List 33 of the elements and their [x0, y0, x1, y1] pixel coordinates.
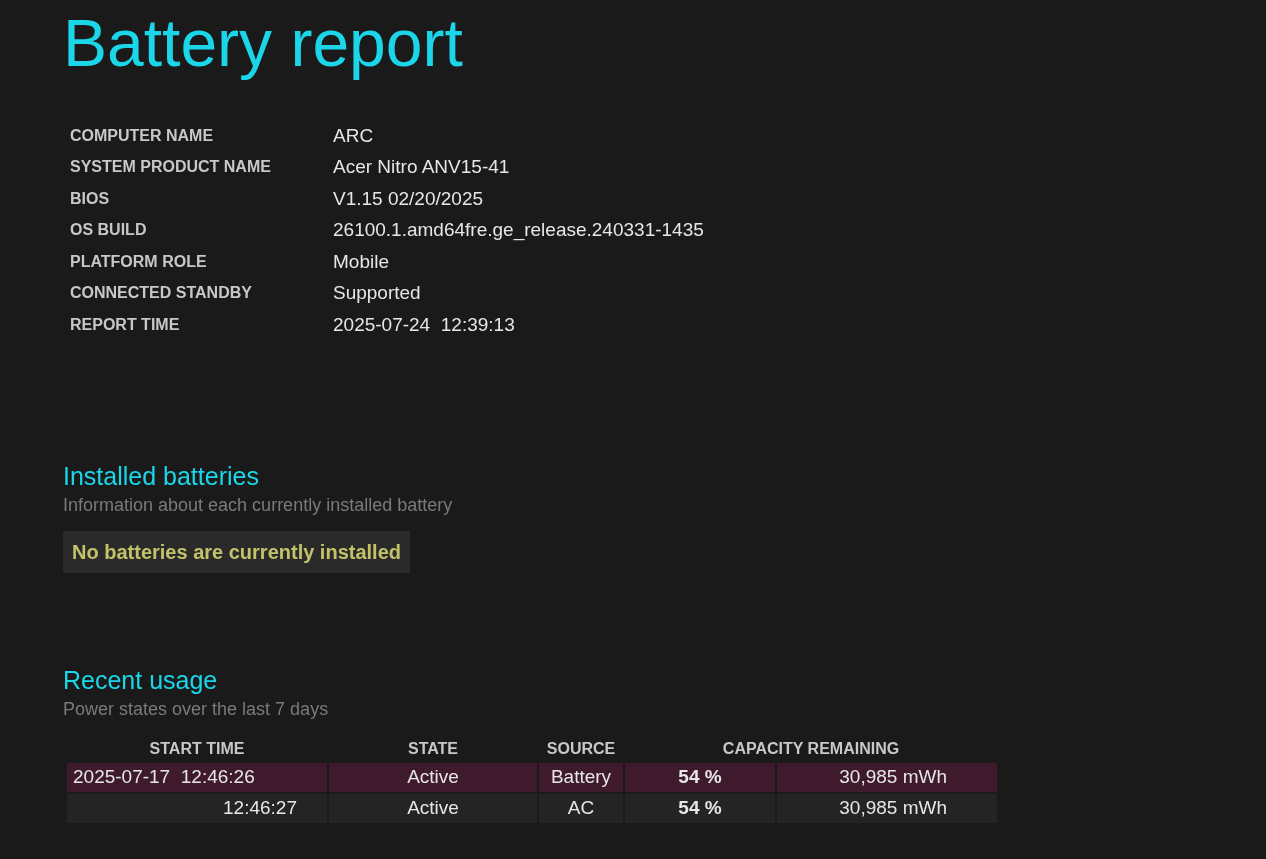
info-label: REPORT TIME [70, 314, 181, 335]
table-cell-text: Active [406, 796, 460, 821]
section-heading: Installed batteries [63, 460, 259, 492]
info-label: BIOS [70, 188, 111, 209]
column-header: CAPACITY REMAINING [722, 740, 900, 757]
column-header: SOURCE [546, 740, 616, 757]
column-header: START TIME [149, 740, 245, 757]
info-value: ARC [333, 123, 374, 148]
info-value: 26100.1.amd64fre.ge_release.240331-1435 [333, 218, 704, 243]
table-cell-text: Battery [549, 765, 613, 790]
info-label: SYSTEM PRODUCT NAME [70, 157, 272, 178]
info-value: V1.15 02/20/2025 [333, 186, 484, 211]
table-cell-text: 54 % [677, 765, 723, 790]
info-label: PLATFORM ROLE [70, 251, 208, 272]
info-label: CONNECTED STANDBY [70, 283, 253, 304]
table-cell-text: Active [406, 765, 460, 790]
section-heading: Recent usage [63, 664, 218, 696]
table-cell-text: AC [566, 796, 596, 821]
column-header: STATE [407, 740, 459, 757]
info-label: OS BUILD [70, 220, 148, 241]
info-value: Acer Nitro ANV15-41 [333, 155, 510, 179]
info-value: Supported [333, 281, 421, 305]
info-value: 2025-07-24 12:39:13 [333, 312, 515, 337]
section-subtitle: Power states over the last 7 days [63, 698, 329, 721]
info-value: Mobile [333, 249, 389, 274]
table-cell-text: 30,985 mWh [838, 796, 948, 821]
table-cell-text: 54 % [677, 796, 723, 821]
table-cell-text: 12:46:27 [222, 796, 298, 821]
info-label: COMPUTER NAME [70, 125, 215, 146]
notice-banner: No batteries are currently installed [63, 530, 410, 573]
table-cell-text: 30,985 mWh [838, 765, 948, 790]
section-subtitle: Information about each currently installed battery [63, 493, 453, 517]
table-cell-text: 2025-07-17 12:46:26 [72, 765, 256, 790]
